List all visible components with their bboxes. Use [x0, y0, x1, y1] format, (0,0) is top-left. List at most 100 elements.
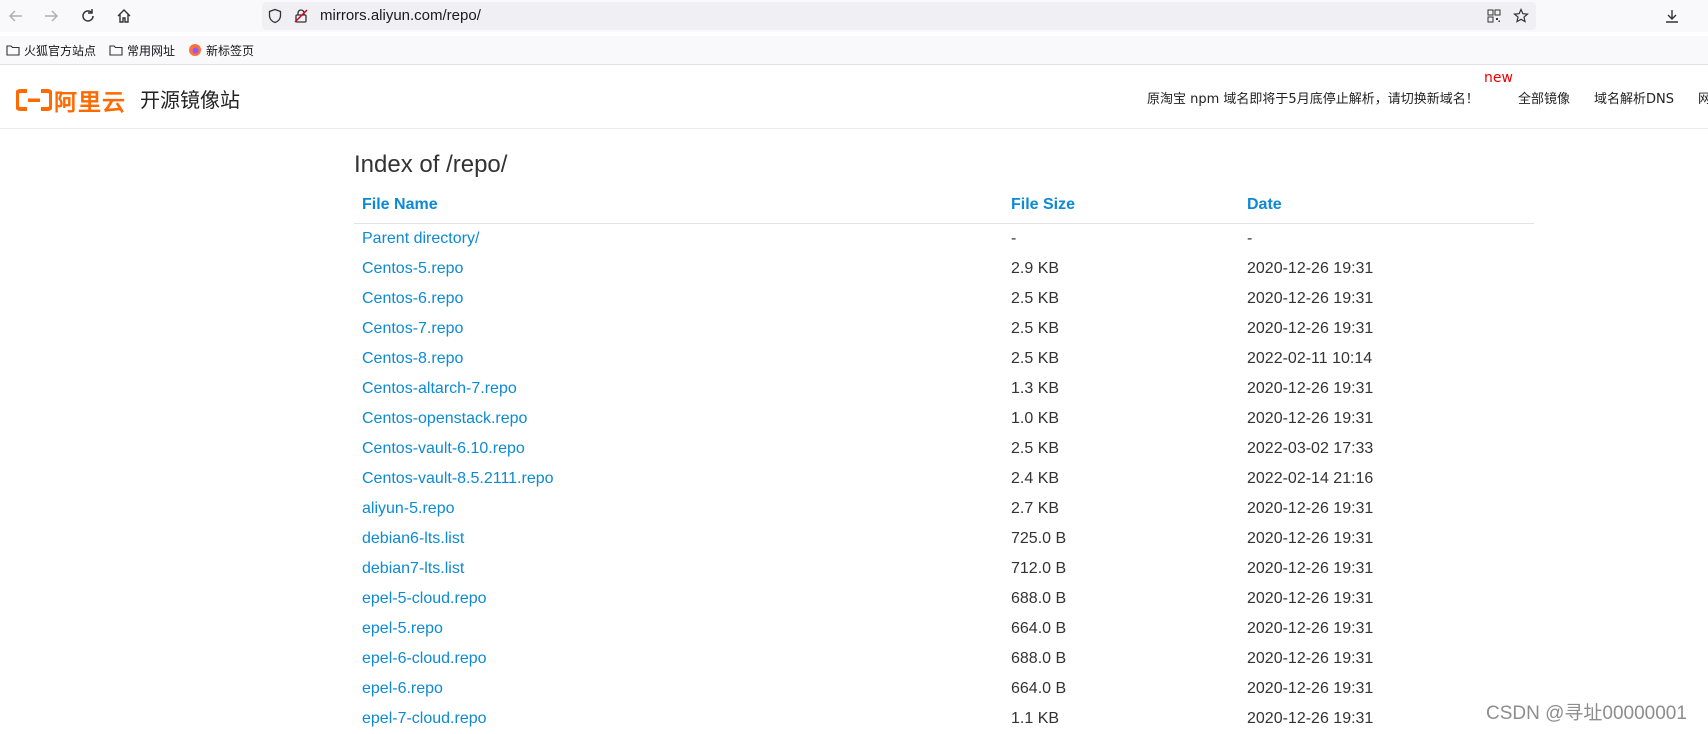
qr-code-icon[interactable]: [1485, 7, 1503, 25]
table-header-row: File Name File Size Date: [354, 187, 1534, 224]
file-name-cell: Centos-6.repo: [354, 284, 1003, 314]
file-link[interactable]: Parent directory/: [362, 230, 479, 247]
table-row: Centos-7.repo 2.5 KB 2020-12-26 19:31: [354, 314, 1534, 344]
file-link[interactable]: Centos-7.repo: [362, 320, 463, 337]
table-row: epel-5.repo 664.0 B 2020-12-26 19:31: [354, 614, 1534, 644]
file-link[interactable]: epel-6.repo: [362, 680, 443, 697]
file-size-cell: 1.3 KB: [1011, 380, 1060, 397]
site-title: 开源镜像站: [140, 88, 240, 112]
aliyun-logo-icon: [16, 89, 52, 111]
file-date-cell: 2020-12-26 19:31: [1247, 560, 1374, 577]
file-date-cell: 2020-12-26 19:31: [1247, 650, 1374, 667]
file-size-cell: 2.5 KB: [1011, 440, 1060, 457]
forward-button[interactable]: [39, 4, 63, 28]
file-date-cell: 2020-12-26 19:31: [1247, 620, 1374, 637]
file-link[interactable]: Centos-vault-6.10.repo: [362, 440, 525, 457]
shield-icon[interactable]: [266, 7, 284, 25]
file-size-cell: 664.0 B: [1011, 620, 1067, 637]
file-name-cell: Centos-altarch-7.repo: [354, 374, 1003, 404]
bookmark-item[interactable]: 常用网址: [109, 40, 175, 60]
file-link[interactable]: epel-7-cloud.repo: [362, 710, 487, 727]
file-size-cell: 1.0 KB: [1011, 410, 1060, 427]
file-name-cell: Centos-vault-8.5.2111.repo: [354, 464, 1003, 494]
table-row: Centos-5.repo 2.9 KB 2020-12-26 19:31: [354, 254, 1534, 284]
nav-more[interactable]: 网: [1698, 88, 1708, 107]
column-header-date[interactable]: Date: [1239, 187, 1534, 224]
file-name-cell: Centos-5.repo: [354, 254, 1003, 284]
home-icon: [117, 9, 131, 23]
column-header-file-name[interactable]: File Name: [354, 187, 1003, 224]
download-icon: [1666, 10, 1678, 23]
table-row: Centos-altarch-7.repo 1.3 KB 2020-12-26 19…: [354, 374, 1534, 404]
nav-dns[interactable]: 域名解析DNS: [1594, 88, 1674, 107]
file-date-cell: 2020-12-26 19:31: [1247, 590, 1374, 607]
file-name-cell: epel-5-cloud.repo: [354, 584, 1003, 614]
table-row: Centos-vault-8.5.2111.repo 2.4 KB 2022-02-…: [354, 464, 1534, 494]
table-row: debian7-lts.list 712.0 B 2020-12-26 19:31: [354, 554, 1534, 584]
downloads-button[interactable]: [1660, 4, 1684, 28]
browser-toolbar: mirrors.aliyun.com/repo/: [0, 0, 1708, 32]
npm-notice-link[interactable]: 原淘宝 npm 域名即将于5月底停止解析，请切换新域名！: [1147, 88, 1479, 107]
file-date-cell: 2020-12-26 19:31: [1247, 530, 1374, 547]
table-row: debian6-lts.list 725.0 B 2020-12-26 19:31: [354, 524, 1534, 554]
table-row: epel-6.repo 664.0 B 2020-12-26 19:31: [354, 674, 1534, 704]
table-row: Centos-8.repo 2.5 KB 2022-02-11 10:14: [354, 344, 1534, 374]
file-name-cell: Centos-openstack.repo: [354, 404, 1003, 434]
bookmark-label: 常用网址: [127, 43, 176, 58]
file-size-cell: 1.1 KB: [1011, 710, 1060, 727]
table-row: epel-7-cloud.repo 1.1 KB 2020-12-26 19:31: [354, 704, 1534, 734]
bookmark-star-icon[interactable]: [1512, 7, 1530, 25]
nav-all-mirrors[interactable]: 全部镜像: [1518, 88, 1570, 107]
file-link[interactable]: aliyun-5.repo: [362, 500, 455, 517]
bookmark-label: 火狐官方站点: [24, 43, 97, 58]
file-date-cell: 2022-02-14 21:16: [1247, 470, 1374, 487]
file-name-cell: epel-6.repo: [354, 674, 1003, 704]
file-date-cell: 2022-03-02 17:33: [1247, 440, 1374, 457]
url-text[interactable]: mirrors.aliyun.com/repo/: [320, 7, 481, 24]
file-name-cell: Centos-8.repo: [354, 344, 1003, 374]
back-button[interactable]: [4, 4, 28, 28]
file-link[interactable]: Centos-openstack.repo: [362, 410, 527, 427]
table-row: Centos-openstack.repo 1.0 KB 2020-12-26 19…: [354, 404, 1534, 434]
table-row: Centos-6.repo 2.5 KB 2020-12-26 19:31: [354, 284, 1534, 314]
bookmark-item[interactable]: 新标签页: [188, 40, 254, 60]
file-date-cell: 2020-12-26 19:31: [1247, 500, 1374, 517]
table-row: epel-6-cloud.repo 688.0 B 2020-12-26 19:31: [354, 644, 1534, 674]
reload-button[interactable]: [76, 4, 100, 28]
file-link[interactable]: epel-5-cloud.repo: [362, 590, 487, 607]
csdn-watermark: CSDN @寻址00000001: [1486, 703, 1687, 724]
file-name-cell: Centos-7.repo: [354, 314, 1003, 344]
file-link[interactable]: epel-6-cloud.repo: [362, 650, 487, 667]
file-listing-table: File Name File Size Date Parent director…: [354, 187, 1534, 734]
file-link[interactable]: Centos-5.repo: [362, 260, 463, 277]
file-link[interactable]: debian6-lts.list: [362, 530, 464, 547]
file-size-cell: 688.0 B: [1011, 590, 1067, 607]
file-size-cell: 2.9 KB: [1011, 260, 1060, 277]
insecure-lock-icon[interactable]: [292, 7, 310, 25]
file-link[interactable]: Centos-6.repo: [362, 290, 463, 307]
aliyun-logo[interactable]: 阿里云: [16, 83, 126, 117]
file-link[interactable]: Centos-8.repo: [362, 350, 463, 367]
firefox-icon: [188, 43, 202, 57]
file-size-cell: 2.5 KB: [1011, 320, 1060, 337]
bookmark-item[interactable]: 火狐官方站点: [6, 40, 96, 60]
file-date-cell: 2020-12-26 19:31: [1247, 380, 1374, 397]
bookmark-label: 新标签页: [206, 43, 255, 58]
file-size-cell: 2.4 KB: [1011, 470, 1060, 487]
file-link[interactable]: debian7-lts.list: [362, 560, 464, 577]
address-bar[interactable]: mirrors.aliyun.com/repo/: [262, 2, 1536, 30]
file-link[interactable]: epel-5.repo: [362, 620, 443, 637]
reload-icon: [82, 9, 94, 22]
site-header: 阿里云 开源镜像站 原淘宝 npm 域名即将于5月底停止解析，请切换新域名！ n…: [0, 65, 1708, 129]
file-date-cell: 2022-02-11 10:14: [1247, 350, 1373, 367]
file-size-cell: 2.5 KB: [1011, 290, 1060, 307]
file-link[interactable]: Centos-altarch-7.repo: [362, 380, 517, 397]
column-header-file-size[interactable]: File Size: [1003, 187, 1239, 224]
table-row: Centos-vault-6.10.repo 2.5 KB 2022-03-02 1…: [354, 434, 1534, 464]
file-date-cell: 2020-12-26 19:31: [1247, 290, 1374, 307]
file-name-cell: Parent directory/: [354, 224, 1003, 255]
file-size-cell: 2.7 KB: [1011, 500, 1060, 517]
file-link[interactable]: Centos-vault-8.5.2111.repo: [362, 470, 554, 487]
logo-text: 阿里云: [54, 90, 126, 116]
home-button[interactable]: [112, 4, 136, 28]
